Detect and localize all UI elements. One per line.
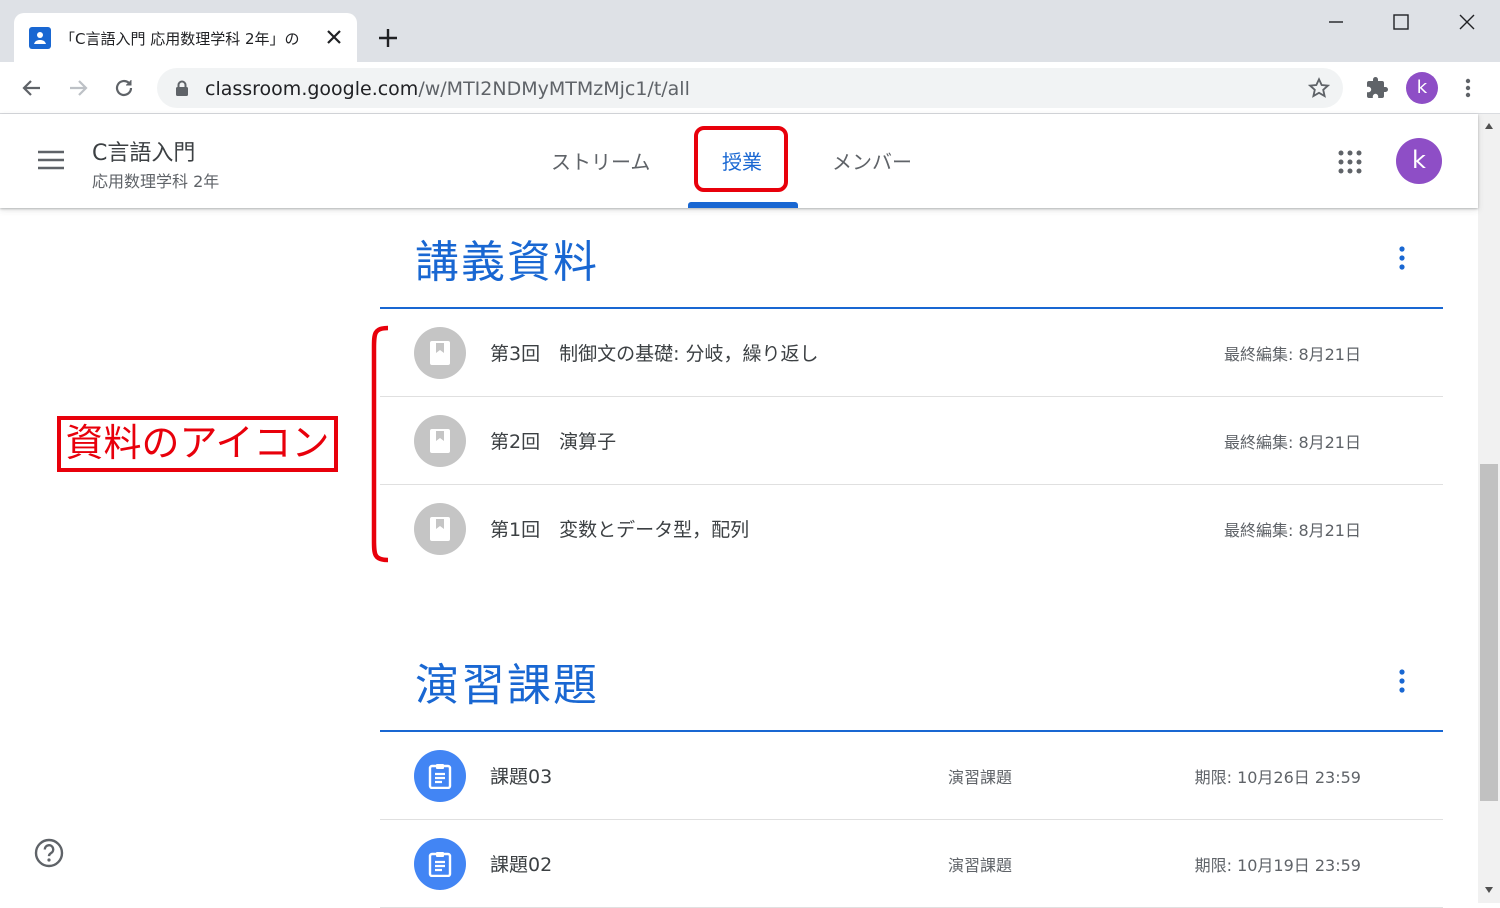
- tab-people[interactable]: メンバー: [832, 146, 912, 175]
- assignment-due-date: 期限: 10月19日 23:59: [1194, 856, 1361, 875]
- close-tab-icon[interactable]: [325, 28, 343, 46]
- scroll-up-arrow-icon[interactable]: [1484, 122, 1494, 130]
- browser-tab[interactable]: 「C言語入門 応用数理学科 2年」の: [14, 13, 357, 62]
- course-title[interactable]: C言語入門: [92, 135, 195, 167]
- assignment-row[interactable]: 課題03 演習課題 期限: 10月26日 23:59: [380, 732, 1443, 820]
- assignment-icon: [414, 750, 466, 802]
- account-avatar[interactable]: k: [1396, 138, 1442, 184]
- close-window-icon[interactable]: [1457, 12, 1477, 32]
- scroll-down-arrow-icon[interactable]: [1484, 886, 1494, 894]
- section-title-lecture-materials: 講義資料: [415, 237, 599, 288]
- tab-stream[interactable]: ストリーム: [551, 146, 650, 175]
- material-row[interactable]: 第2回 演算子 最終編集: 8月21日: [380, 397, 1443, 485]
- scrollbar-thumb[interactable]: [1480, 464, 1498, 801]
- assignment-title: 課題02: [490, 854, 553, 876]
- assignment-topic: 演習課題: [948, 768, 1013, 787]
- maximize-window-icon[interactable]: [1391, 12, 1411, 32]
- browser-tab-strip: 「C言語入門 応用数理学科 2年」の: [0, 0, 1500, 62]
- section-more-options-icon[interactable]: [1390, 668, 1414, 694]
- address-bar[interactable]: classroom.google.com/w/MTI2NDMyMTMzMjc1/…: [157, 68, 1343, 108]
- assignment-due-date: 期限: 10月26日 23:59: [1194, 768, 1361, 787]
- bookmark-star-icon[interactable]: [1308, 77, 1330, 99]
- section-title-assignments: 演習課題: [415, 660, 599, 711]
- google-apps-icon[interactable]: [1338, 150, 1362, 174]
- material-row[interactable]: 第3回 制御文の基礎: 分岐，繰り返し 最終編集: 8月21日: [380, 309, 1443, 397]
- material-title: 第1回 変数とデータ型，配列: [490, 519, 750, 541]
- page-scrollbar[interactable]: [1478, 114, 1500, 903]
- material-last-edited: 最終編集: 8月21日: [1223, 521, 1361, 540]
- annotation-highlight-box: [694, 126, 788, 192]
- material-last-edited: 最終編集: 8月21日: [1223, 433, 1361, 452]
- course-subtitle: 応用数理学科 2年: [92, 172, 220, 191]
- lock-icon[interactable]: [175, 80, 189, 96]
- assignment-topic: 演習課題: [948, 856, 1013, 875]
- browser-profile-avatar[interactable]: k: [1406, 72, 1438, 104]
- url-host: classroom.google.com: [205, 78, 419, 100]
- material-last-edited: 最終編集: 8月21日: [1223, 345, 1361, 364]
- annotation-label: 資料のアイコン: [57, 416, 338, 472]
- annotation-bracket: [364, 324, 392, 564]
- reload-icon[interactable]: [112, 76, 136, 100]
- active-tab-indicator: [688, 202, 798, 208]
- assignment-title: 課題03: [490, 766, 553, 788]
- back-icon[interactable]: [20, 76, 44, 100]
- new-tab-icon[interactable]: [376, 26, 400, 50]
- browser-tab-title: 「C言語入門 応用数理学科 2年」の: [60, 30, 300, 48]
- material-icon: [414, 327, 466, 379]
- material-icon: [414, 503, 466, 555]
- browser-menu-icon[interactable]: [1458, 76, 1478, 100]
- assignment-row[interactable]: 課題02 演習課題 期限: 10月19日 23:59: [380, 820, 1443, 908]
- assignment-icon: [414, 838, 466, 890]
- url-path: /w/MTI2NDMyMTMzMjc1/t/all: [418, 78, 690, 100]
- forward-icon[interactable]: [66, 76, 90, 100]
- section-more-options-icon[interactable]: [1390, 245, 1414, 271]
- main-menu-icon[interactable]: [36, 148, 66, 172]
- classroom-header: C言語入門 応用数理学科 2年 ストリーム 授業 メンバー k: [0, 114, 1478, 208]
- browser-toolbar: classroom.google.com/w/MTI2NDMyMTMzMjc1/…: [0, 62, 1500, 114]
- material-icon: [414, 415, 466, 467]
- help-icon[interactable]: [34, 838, 64, 868]
- material-title: 第2回 演算子: [490, 431, 617, 453]
- url-text: classroom.google.com/w/MTI2NDMyMTMzMjc1/…: [205, 78, 690, 100]
- extensions-puzzle-icon[interactable]: [1365, 76, 1389, 100]
- minimize-window-icon[interactable]: [1326, 12, 1346, 32]
- material-title: 第3回 制御文の基礎: 分岐，繰り返し: [490, 343, 819, 365]
- material-row[interactable]: 第1回 変数とデータ型，配列 最終編集: 8月21日: [380, 485, 1443, 573]
- classroom-favicon-icon: [29, 27, 51, 49]
